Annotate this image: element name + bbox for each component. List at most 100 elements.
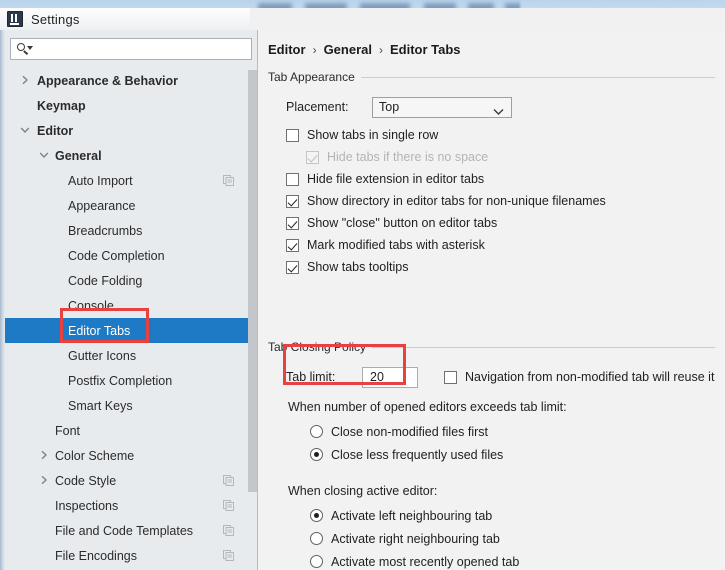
tab-limit-input[interactable]: 20 [362,366,418,388]
sidebar-item-general[interactable]: General [5,143,248,168]
settings-content-pane: Editor › General › Editor Tabs Tab Appearanc… [258,30,725,570]
checkbox-show-close-button-on-editor-tabs[interactable] [286,216,299,230]
checkbox-show-directory-in-editor-tabs-for-non-unique-filenames[interactable] [286,194,299,208]
checkbox-row[interactable]: Mark modified tabs with asterisk [286,234,715,256]
radio-close-less-frequently-used-files[interactable] [310,448,323,461]
checkbox-label: Show tabs tooltips [307,260,409,274]
placement-dropdown[interactable]: Top [372,96,512,118]
checkbox-row[interactable]: Show "close" button on editor tabs [286,212,715,234]
sidebar-item-postfix-completion[interactable]: Postfix Completion [5,368,248,393]
sidebar-item-file-encodings[interactable]: File Encodings [5,543,248,568]
checkbox-label: Mark modified tabs with asterisk [307,238,485,252]
breadcrumb-part[interactable]: Editor [268,42,306,57]
tab-closing-policy-group: Tab Closing Policy Tab limit: 20 Navigat… [268,340,715,570]
exceeds-radio-group: Close non-modified files first Close less… [310,420,715,466]
checkbox-row[interactable]: Show tabs tooltips [286,256,715,278]
placement-label: Placement: [286,100,349,114]
sidebar-item-label: Keymap [37,98,86,113]
placement-value: Top [379,100,400,114]
sidebar-item-keymap[interactable]: Keymap [5,93,248,118]
navigation-reuse-checkbox[interactable] [444,370,457,384]
sidebar-item-breadcrumbs[interactable]: Breadcrumbs [5,218,248,243]
sidebar-item-label: Breadcrumbs [68,223,143,238]
sidebar-item-inspections[interactable]: Inspections [5,493,248,518]
checkbox-row[interactable]: Show directory in editor tabs for non-un… [286,190,715,212]
chevron-down-icon[interactable] [38,149,50,161]
sidebar-item-appearance[interactable]: Appearance [5,193,248,218]
tab-limit-label: Tab limit: [286,370,336,384]
radio-row[interactable]: Activate right neighbouring tab [310,527,715,550]
search-input[interactable] [32,39,251,59]
tab-appearance-group-title: Tab Appearance [268,70,715,84]
chevron-right-icon[interactable] [38,449,50,461]
checkbox-row[interactable]: Show tabs in single row [286,124,715,146]
breadcrumb-part[interactable]: General [324,42,372,57]
radio-row[interactable]: Close non-modified files first [310,420,715,443]
closing-radio-group: Activate left neighbouring tab Activate r… [310,504,715,570]
sidebar-item-console[interactable]: Console [5,293,248,318]
sidebar-item-font[interactable]: Font [5,418,248,443]
radio-label: Activate left neighbouring tab [331,508,493,523]
radio-row[interactable]: Activate left neighbouring tab [310,504,715,527]
search-icon[interactable] [16,42,33,56]
radio-label: Close non-modified files first [331,424,489,439]
sidebar-item-label: File and Code Templates [55,523,194,538]
sidebar-item-smart-keys[interactable]: Smart Keys [5,393,248,418]
breadcrumb-separator: › [378,42,383,57]
sidebar-item-label: Font [55,423,81,438]
checkbox-show-tabs-in-single-row[interactable] [286,128,299,142]
breadcrumb-part[interactable]: Editor Tabs [390,42,461,57]
radio-row[interactable]: Activate most recently opened tab [310,550,715,570]
sidebar-item-gutter-icons[interactable]: Gutter Icons [5,343,248,368]
radio-close-non-modified-files-first[interactable] [310,425,323,438]
chevron-down-icon[interactable] [19,124,31,136]
radio-activate-right-neighbouring-tab[interactable] [310,532,323,545]
sidebar-item-label: Color Scheme [55,448,135,463]
sidebar-item-code-folding[interactable]: Code Folding [5,268,248,293]
chevron-right-icon[interactable] [38,474,50,486]
sidebar-item-label: Code Style [55,473,117,488]
checkbox-mark-modified-tabs-with-asterisk[interactable] [286,238,299,252]
sidebar-item-appearance-behavior[interactable]: Appearance & Behavior [5,68,248,93]
sidebar-item-label: Smart Keys [68,398,133,413]
copy-settings-icon[interactable] [223,500,234,511]
sidebar-item-label: Inspections [55,498,119,513]
checkbox-show-tabs-tooltips[interactable] [286,260,299,274]
intellij-idea-icon [7,11,23,27]
tab-limit-row: Tab limit: 20 Navigation from non-modifi… [286,366,715,388]
sidebar-item-code-style[interactable]: Code Style [5,468,248,493]
sidebar-item-label: Editor Tabs [68,323,131,338]
breadcrumb: Editor › General › Editor Tabs [268,42,461,57]
copy-settings-icon[interactable] [223,475,234,486]
copy-settings-icon[interactable] [223,175,234,186]
chevron-right-icon[interactable] [19,74,31,86]
copy-settings-icon[interactable] [223,550,234,561]
checkbox-label: Show tabs in single row [307,128,439,142]
sidebar-item-color-scheme[interactable]: Color Scheme [5,443,248,468]
radio-activate-most-recently-opened-tab[interactable] [310,555,323,568]
checkbox-hide-file-extension-in-editor-tabs[interactable] [286,172,299,186]
group-rule [360,76,715,78]
sidebar-item-file-and-code-templates[interactable]: File and Code Templates [5,518,248,543]
sidebar-item-label: Code Folding [68,273,143,288]
search-field[interactable] [10,38,252,60]
sidebar-item-label: Gutter Icons [68,348,137,363]
sidebar-item-auto-import[interactable]: Auto Import [5,168,248,193]
tab-appearance-group-label: Tab Appearance [268,70,355,84]
sidebar-item-code-completion[interactable]: Code Completion [5,243,248,268]
checkbox-row[interactable]: Hide file extension in editor tabs [286,168,715,190]
copy-settings-icon[interactable] [223,525,234,536]
checkbox-label: Hide file extension in editor tabs [307,172,485,186]
sidebar-item-label: File Encodings [55,548,137,563]
tab-closing-policy-group-label: Tab Closing Policy [268,340,367,354]
sidebar-item-label: Console [68,298,114,313]
settings-tree[interactable]: Appearance & Behavior Keymap Editor General… [5,68,248,570]
radio-activate-left-neighbouring-tab[interactable] [310,509,323,522]
radio-label: Close less frequently used files [331,447,504,462]
sidebar-scrollbar-thumb[interactable] [248,70,257,492]
sidebar-item-label: Auto Import [68,173,133,188]
sidebar-item-editor[interactable]: Editor [5,118,248,143]
sidebar-item-editor-tabs[interactable]: Editor Tabs [5,318,248,343]
radio-row[interactable]: Close less frequently used files [310,443,715,466]
radio-label: Activate right neighbouring tab [331,531,500,546]
